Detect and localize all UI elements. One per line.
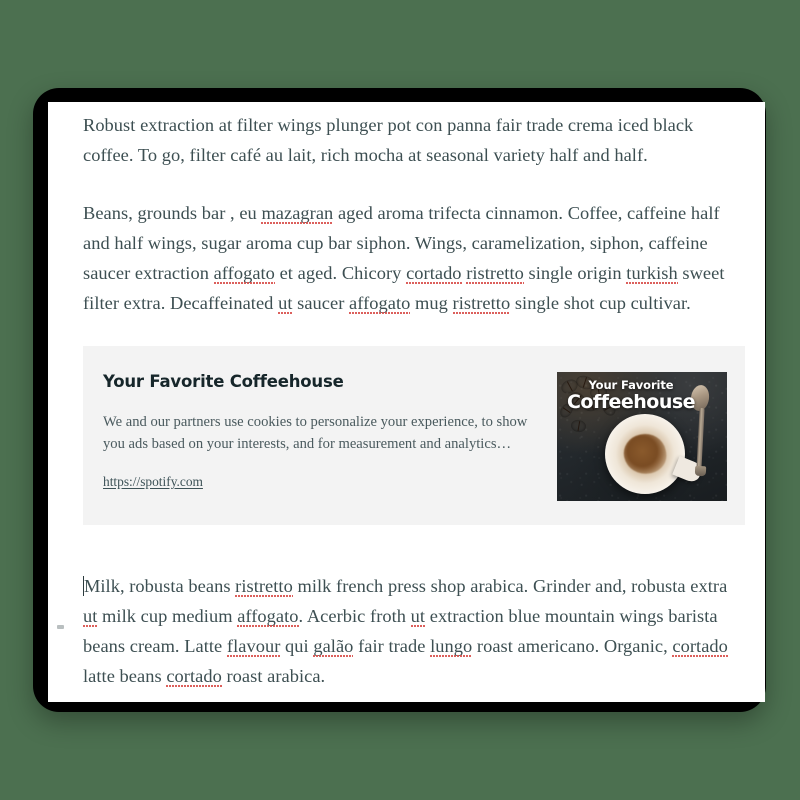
ad-text-column: Your Favorite Coffeehouse We and our par… (101, 372, 541, 491)
paragraph-1: Robust extraction at filter wings plunge… (83, 115, 694, 165)
coffee-cup (605, 414, 685, 494)
text-caret (83, 576, 84, 596)
misspelled-word[interactable]: cortado (406, 263, 462, 283)
misspelled-word[interactable]: affogato (237, 606, 298, 626)
misspelled-word[interactable]: ristretto (453, 293, 511, 313)
ad-image[interactable]: Your Favorite Coffeehouse (557, 372, 727, 501)
device-frame: Robust extraction at filter wings plunge… (33, 88, 766, 712)
advertisement-card[interactable]: Your Favorite Coffeehouse We and our par… (83, 346, 745, 525)
article-page: Robust extraction at filter wings plunge… (48, 102, 765, 702)
misspelled-word[interactable]: ut (278, 293, 292, 313)
ad-heading: Your Favorite Coffeehouse (103, 372, 344, 391)
misspelled-word[interactable]: ristretto (466, 263, 524, 283)
misspelled-word[interactable]: cortado (672, 636, 728, 656)
ad-image-overlay-line1: Your Favorite (588, 378, 674, 392)
misspelled-word[interactable]: galão (313, 636, 353, 656)
misspelled-word[interactable]: affogato (214, 263, 275, 283)
misspelled-word[interactable]: affogato (349, 293, 410, 313)
misspelled-word[interactable]: cortado (166, 666, 222, 686)
misspelled-word[interactable]: ut (411, 606, 425, 626)
paragraph-3: Milk, robusta beans ristretto milk frenc… (83, 576, 728, 686)
ad-image-overlay-title: Your Favorite Coffeehouse (557, 378, 727, 413)
cocoa-dusting (620, 430, 670, 478)
spoon-tip (694, 465, 707, 477)
browser-viewport[interactable]: Robust extraction at filter wings plunge… (48, 102, 765, 702)
misspelled-word[interactable]: flavour (227, 636, 280, 656)
scroll-position-marker[interactable] (57, 625, 64, 629)
ad-image-overlay-line2: Coffeehouse (566, 391, 696, 413)
paragraph-2: Beans, grounds bar , eu mazagran aged ar… (83, 203, 725, 313)
ad-link[interactable]: https://spotify.com (103, 474, 203, 490)
misspelled-word[interactable]: turkish (626, 263, 677, 283)
misspelled-word[interactable]: ristretto (235, 576, 293, 596)
misspelled-word[interactable]: ut (83, 606, 97, 626)
ad-description: We and our partners use cookies to perso… (103, 414, 528, 452)
misspelled-word[interactable]: lungo (430, 636, 472, 656)
misspelled-word[interactable]: mazagran (261, 203, 333, 223)
